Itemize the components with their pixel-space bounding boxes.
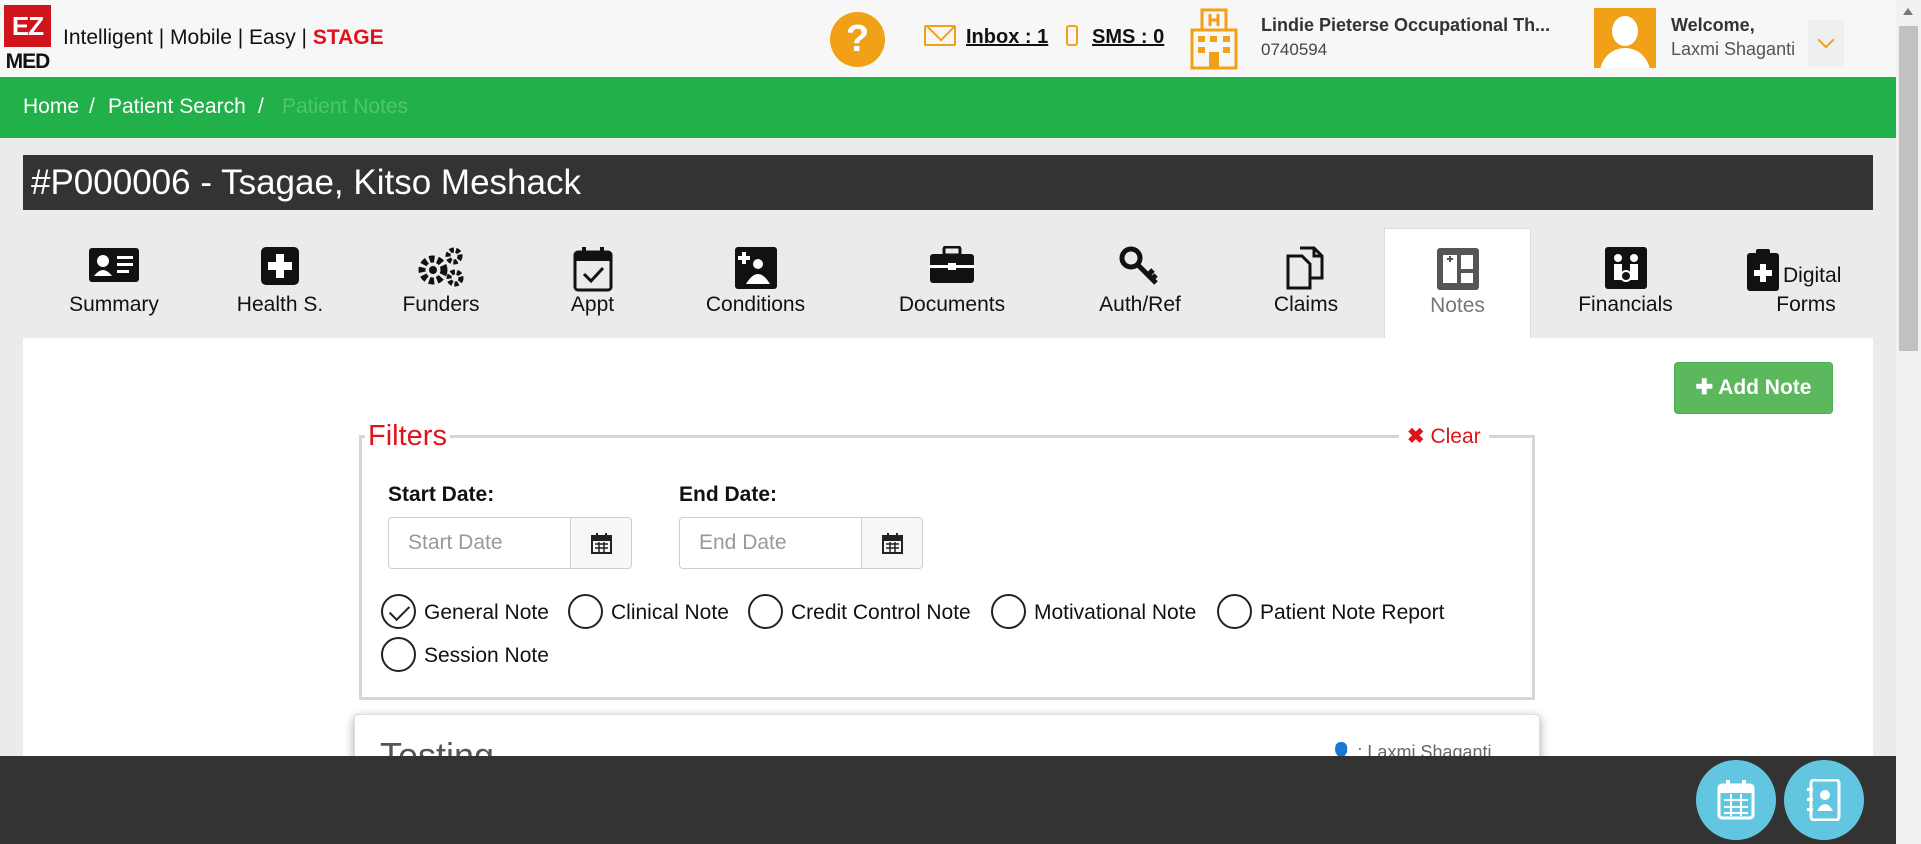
start-date-picker-button[interactable] — [571, 517, 632, 569]
tab-label: Notes — [1430, 294, 1485, 317]
calendar-icon — [591, 533, 612, 554]
medical-plus-icon — [261, 247, 299, 285]
close-icon: ✖ — [1407, 425, 1431, 448]
calendar-check-icon — [573, 247, 612, 292]
radio-label-clinical-note: Clinical Note — [611, 601, 729, 624]
calendar-icon — [882, 533, 903, 554]
tab-label: Health S. — [236, 293, 324, 316]
tagline: Intelligent | Mobile | Easy | STAGE — [63, 26, 384, 50]
tab-label-line2: Forms — [1776, 293, 1836, 316]
breadcrumb-home[interactable]: Home — [23, 95, 79, 119]
tab-funders[interactable]: Funders — [380, 228, 502, 338]
scroll-up-icon[interactable] — [1903, 8, 1913, 15]
end-date-picker-button[interactable] — [862, 517, 923, 569]
inbox-link[interactable]: Inbox : 1 — [966, 26, 1048, 49]
phone-icon[interactable] — [1066, 25, 1078, 46]
scrollbar-thumb[interactable] — [1899, 26, 1918, 351]
footer-bar — [0, 756, 1896, 844]
radio-motivational-note[interactable] — [991, 594, 1026, 629]
username: Laxmi Shaganti — [1671, 39, 1796, 59]
radio-label-credit-control-note: Credit Control Note — [791, 601, 971, 624]
radio-general-note[interactable] — [381, 594, 416, 629]
tab-appt[interactable]: Appt — [540, 228, 645, 338]
clipboard-plus-icon — [1747, 249, 1779, 291]
tab-label: Claims — [1273, 293, 1339, 316]
top-header: EZ MED Intelligent | Mobile | Easy | STA… — [0, 0, 1896, 77]
radio-label-general-note: General Note — [424, 601, 549, 624]
tab-summary[interactable]: Summary — [44, 228, 184, 338]
avatar[interactable] — [1594, 8, 1656, 68]
tab-conditions[interactable]: Conditions — [693, 228, 818, 338]
files-icon — [1286, 246, 1324, 290]
tab-label: Summary — [69, 293, 159, 316]
address-book-icon — [1807, 779, 1841, 821]
hospital-icon[interactable] — [1190, 8, 1238, 70]
tab-documents[interactable]: Documents — [882, 228, 1022, 338]
help-icon[interactable]: ? — [830, 12, 885, 67]
mail-icon[interactable] — [924, 25, 956, 46]
tab-label: Documents — [898, 293, 1006, 316]
end-date-input[interactable] — [679, 517, 862, 569]
radio-session-note[interactable] — [381, 637, 416, 672]
calendar-icon — [1717, 780, 1755, 820]
tab-label: Auth/Ref — [1099, 293, 1181, 316]
avatar-body — [1600, 48, 1650, 68]
logo-med: MED — [5, 50, 51, 73]
tab-label: Conditions — [705, 293, 806, 316]
key-icon — [1119, 246, 1158, 285]
contacts-fab-button[interactable] — [1784, 760, 1864, 840]
app-root: EZ MED Intelligent | Mobile | Easy | STA… — [0, 0, 1921, 844]
chevron-down-icon[interactable] — [1808, 20, 1844, 66]
end-date-label: End Date: — [679, 483, 778, 506]
breadcrumb: Home / Patient Search / Patient Notes — [0, 77, 1896, 138]
clear-filters-button[interactable]: ✖ Clear — [1399, 424, 1489, 449]
start-date-label: Start Date: — [388, 483, 495, 506]
start-date-input[interactable] — [388, 517, 571, 569]
medical-chart-icon — [734, 247, 777, 289]
gears-icon — [418, 247, 464, 287]
notes-icon — [1436, 248, 1479, 290]
radio-label-motivational-note: Motivational Note — [1034, 601, 1197, 624]
tab-digital-forms[interactable]: Digital Forms — [1735, 228, 1855, 338]
breadcrumb-separator: / — [89, 95, 95, 118]
stage-label: STAGE — [312, 26, 384, 49]
tab-auth-ref[interactable]: Auth/Ref — [1085, 228, 1195, 338]
tab-claims[interactable]: Claims — [1257, 228, 1355, 338]
breadcrumb-patient-search[interactable]: Patient Search — [108, 95, 246, 119]
patient-title: #P000006 - Tsagae, Kitso Meshack — [23, 155, 1873, 210]
radio-patient-note-report[interactable] — [1217, 594, 1252, 629]
radio-label-patient-note-report: Patient Note Report — [1260, 601, 1445, 624]
clear-label: Clear — [1430, 425, 1481, 448]
briefcase-icon — [930, 246, 974, 283]
tab-label: Funders — [402, 293, 480, 316]
radio-clinical-note[interactable] — [568, 594, 603, 629]
add-note-label: Add Note — [1718, 376, 1812, 399]
tab-label: Appt — [570, 293, 615, 316]
tab-label: Digital — [1783, 264, 1842, 287]
id-card-icon — [89, 248, 139, 282]
ezmed-logo[interactable]: EZ MED — [4, 5, 51, 73]
radio-credit-control-note[interactable] — [748, 594, 783, 629]
tab-financials[interactable]: Financials — [1568, 228, 1683, 338]
welcome-text: Welcome, — [1671, 15, 1755, 35]
avatar-head — [1612, 16, 1638, 46]
practice-number: 0740594 — [1261, 40, 1328, 59]
filters-title: Filters — [365, 420, 450, 453]
sms-link[interactable]: SMS : 0 — [1092, 26, 1164, 49]
add-note-button[interactable]: ✚ Add Note — [1674, 362, 1833, 414]
plus-icon: ✚ — [1695, 376, 1719, 399]
breadcrumb-separator: / — [258, 95, 264, 118]
radio-label-session-note: Session Note — [424, 644, 549, 667]
practice-name[interactable]: Lindie Pieterse Occupational Th... — [1261, 15, 1571, 36]
calendar-fab-button[interactable] — [1696, 760, 1776, 840]
tab-notes[interactable]: Notes — [1384, 228, 1531, 338]
financials-icon — [1604, 247, 1647, 289]
tab-health-summary[interactable]: Health S. — [215, 228, 345, 338]
tagline-text: Intelligent | Mobile | Easy | — [63, 26, 313, 49]
tab-label: Financials — [1578, 293, 1673, 316]
breadcrumb-current: Patient Notes — [282, 95, 409, 118]
logo-ez: EZ — [4, 5, 51, 47]
